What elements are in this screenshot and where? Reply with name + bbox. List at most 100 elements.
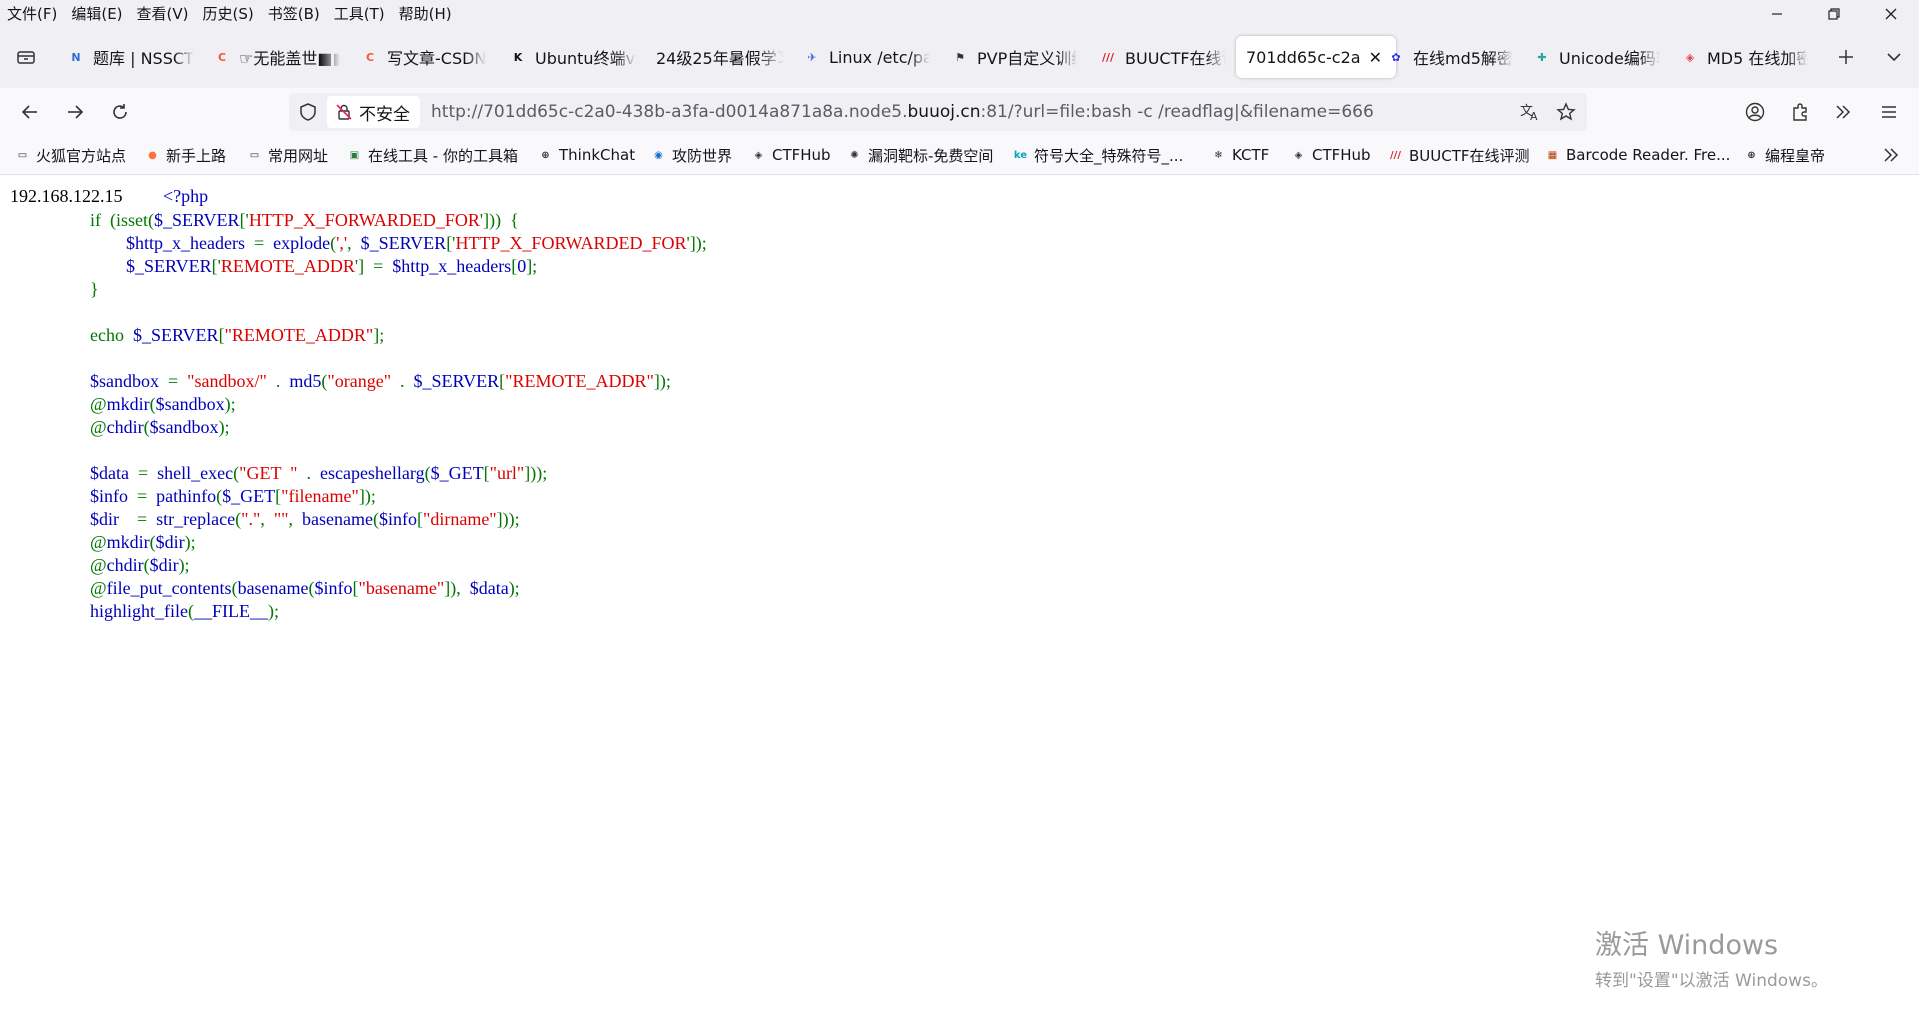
account-button[interactable] (1737, 94, 1773, 130)
bookmark-label: CTFHub (1312, 146, 1371, 164)
cube-icon: ◈ (1685, 50, 1695, 64)
code-token: "" (273, 509, 289, 529)
tab[interactable]: ⚑ PVP自定义训练 (950, 36, 1078, 78)
tab[interactable]: C 写文章-CSDN (360, 36, 488, 78)
bookmark-item[interactable]: ▦ Barcode Reader. Fre... (1544, 136, 1731, 174)
tab[interactable]: C ☞无能盖世■■ (212, 36, 340, 78)
url-prefix: http://701dd65c-c2a0-438b-a3fa-d0014a871… (431, 102, 908, 122)
reload-button[interactable] (102, 94, 138, 130)
bookmark-item[interactable]: ◉ 攻防世界 (650, 136, 732, 174)
code-token: $sandbox (90, 371, 159, 391)
app-menu-button[interactable] (1871, 94, 1907, 130)
bookmark-item[interactable]: ⊕ 编程皇帝 (1743, 136, 1825, 174)
overflow-menu-button[interactable] (1825, 94, 1861, 130)
globe-icon: ⊕ (541, 149, 550, 161)
code-token: ]); (358, 486, 376, 506)
bookmark-item[interactable]: ⊕ ThinkChat (537, 136, 635, 174)
buuctf-icon: /// (1101, 50, 1115, 64)
code-token: $_SERVER (153, 210, 240, 230)
bookmark-label: 新手上路 (166, 146, 227, 165)
tab[interactable]: 24级25年暑假学习 (656, 36, 784, 78)
close-window-button[interactable] (1863, 0, 1919, 28)
code-token: __FILE__ (194, 601, 268, 621)
bookmark-item[interactable]: ▭ 常用网址 (246, 136, 328, 174)
tab-label: 24级25年暑假学习 (656, 49, 784, 68)
menu-item[interactable]: 书签(B) (261, 0, 327, 28)
code-token: if (isset( (90, 210, 154, 230)
restore-button[interactable] (1806, 0, 1862, 28)
code-token: @ (90, 578, 107, 598)
code-token: . (266, 371, 290, 391)
puzzle-icon: ✚ (1537, 50, 1547, 64)
tab[interactable]: /// BUUCTF在线评 (1098, 36, 1226, 78)
tab[interactable]: ✈ Linux /etc/pa (802, 36, 930, 78)
tab[interactable]: K Ubuntu终端vi (508, 36, 636, 78)
url-text[interactable]: http://701dd65c-c2a0-438b-a3fa-d0014a871… (431, 93, 1374, 131)
bookmark-item[interactable]: /// BUUCTF在线评测 (1387, 136, 1530, 174)
new-tab-button[interactable] (1826, 36, 1866, 78)
code-token: ])); (524, 463, 548, 483)
code-line: $info = pathinfo($_GET["filename"]); (90, 485, 707, 508)
translate-icon[interactable]: 文A (1519, 102, 1541, 126)
code-token: escapeshellarg (319, 463, 425, 483)
bookmark-label: Barcode Reader. Fre... (1566, 146, 1731, 164)
code-token: $http_x_headers (392, 256, 512, 276)
code-token: ); (224, 394, 236, 414)
code-line: @file_put_contents(basename($info["basen… (90, 577, 707, 600)
page-content: 192.168.122.15 <?php if (isset($_SERVER[… (0, 175, 1919, 1013)
code-token: $data (469, 578, 509, 598)
code-token: REMOTE_ADDR (220, 256, 355, 276)
puzzle-icon (1793, 103, 1807, 121)
code-token: 0 (517, 256, 527, 276)
extensions-button[interactable] (1782, 94, 1818, 130)
tab-active[interactable]: 701dd65c-c2a ✕ (1236, 36, 1396, 78)
menu-item[interactable]: 编辑(E) (64, 0, 129, 28)
bookmark-item[interactable]: ▭ 火狐官方站点 (14, 136, 126, 174)
bookmark-star-icon[interactable] (1556, 102, 1576, 126)
arrow-right-icon (68, 105, 84, 119)
menu-item[interactable]: 帮助(H) (392, 0, 459, 28)
tab-label: Ubuntu终端vi (535, 49, 636, 68)
code-token: $_SERVER (132, 325, 219, 345)
menu-item[interactable]: 历史(S) (196, 0, 261, 28)
menu-item[interactable]: 文件(F) (0, 0, 64, 28)
code-token: "." (241, 509, 261, 529)
code-token: . (391, 371, 414, 391)
tab[interactable]: ✚ Unicode编码转 (1532, 36, 1660, 78)
bookmark-item[interactable]: ◈ CTFHub (1290, 136, 1371, 174)
url-suffix: :81/?url=file:bash -c /readflag|&filenam… (980, 102, 1374, 122)
code-token: "url" (489, 463, 525, 483)
bookmarks-overflow-icon[interactable] (1881, 145, 1901, 169)
bookmark-item[interactable]: ✺ 漏洞靶标-免费空间 (846, 136, 993, 174)
code-token: chdir (106, 555, 144, 575)
tab-overview-button[interactable] (6, 36, 46, 78)
code-token: file_put_contents (106, 578, 232, 598)
bookmark-item[interactable]: ▣ 在线工具 - 你的工具箱 (346, 136, 518, 174)
tab[interactable]: ✿ 在线md5解密 (1386, 36, 1514, 78)
tab[interactable]: N 题库 | NSSCTF (66, 36, 194, 78)
bookmark-item[interactable]: ke 符号大全_特殊符号_... (1012, 136, 1183, 174)
csdn-icon: C (365, 50, 375, 64)
bookmark-item[interactable]: ● 新手上路 (144, 136, 226, 174)
site-security-indicator[interactable]: 不安全 (327, 96, 420, 128)
paw-icon: ✿ (1391, 50, 1401, 64)
back-button[interactable] (12, 94, 48, 130)
menu-item[interactable]: 查看(V) (130, 0, 196, 28)
code-token: @ (90, 417, 107, 437)
tab[interactable]: ◈ MD5 在线加密 (1680, 36, 1808, 78)
bookmark-item[interactable]: ◈ CTFHub (750, 136, 831, 174)
code-token: "basename" (358, 578, 445, 598)
minimize-button[interactable] (1749, 0, 1805, 28)
list-all-tabs-button[interactable] (1874, 36, 1914, 78)
code-token: $_GET (430, 463, 484, 483)
bookmark-label: 常用网址 (268, 146, 329, 165)
bookmark-item[interactable]: ❄ KCTF (1210, 136, 1269, 174)
shield-icon[interactable] (298, 102, 318, 126)
menu-item[interactable]: 工具(T) (327, 0, 392, 28)
reload-icon (113, 104, 127, 119)
bookmark-label: CTFHub (772, 146, 831, 164)
address-bar[interactable]: 不安全 http://701dd65c-c2a0-438b-a3fa-d0014… (289, 93, 1587, 131)
close-tab-icon[interactable]: ✕ (1369, 48, 1382, 67)
code-token: $http_x_headers (90, 233, 245, 253)
forward-button[interactable] (57, 94, 93, 130)
